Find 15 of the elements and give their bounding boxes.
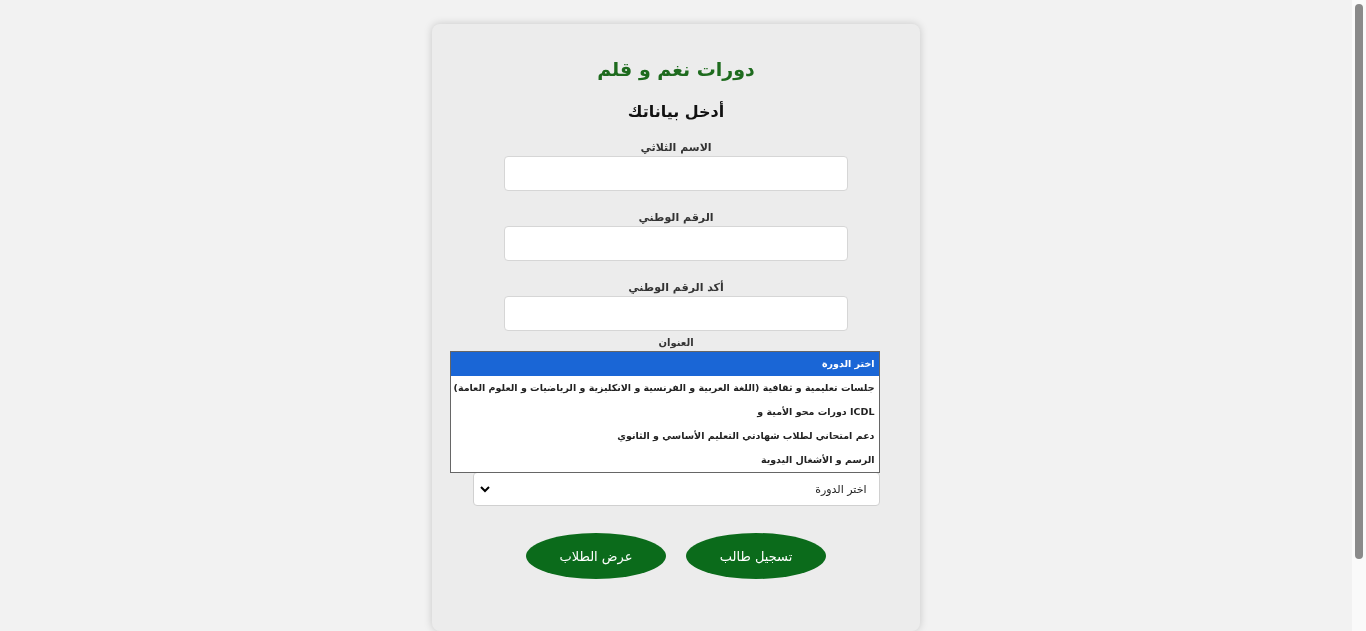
chevron-down-icon <box>479 485 490 493</box>
action-button[interactable]: عرض الطلاب <box>526 533 666 579</box>
field-label: الرقم الوطني <box>638 211 714 224</box>
form-title: دورات نغم و قلم <box>597 58 755 80</box>
input-field[interactable] <box>504 226 848 261</box>
field-label: الاسم الثلاثي <box>640 141 712 154</box>
field-label: أكد الرقم الوطني <box>628 281 724 294</box>
action-button[interactable]: تسجيل طالب <box>686 533 826 579</box>
field-label: العنوان <box>658 337 694 349</box>
scrollbar[interactable] <box>1352 0 1366 631</box>
input-field[interactable] <box>504 296 848 331</box>
input-field[interactable] <box>504 156 848 191</box>
form-subtitle: أدخل بياناتك <box>627 102 725 121</box>
course-select[interactable]: اختر الدورة <box>472 472 880 506</box>
dropdown-option[interactable]: اختر الدورة <box>450 352 879 376</box>
